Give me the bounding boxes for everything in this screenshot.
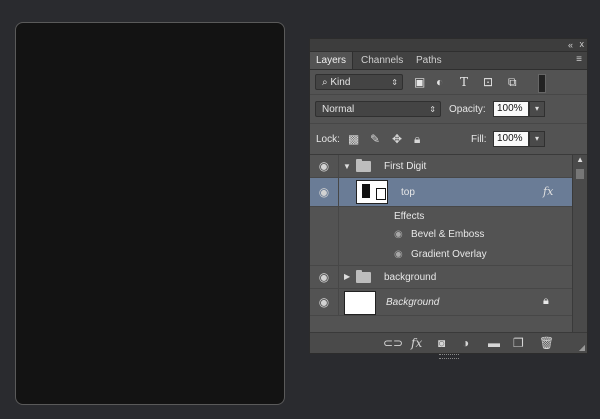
scroll-thumb[interactable] bbox=[576, 169, 584, 179]
opacity-label: Opacity: bbox=[449, 104, 486, 115]
folder-icon bbox=[356, 270, 371, 283]
link-layers-icon[interactable]: ⊂⊃ bbox=[383, 337, 403, 349]
blend-row: Normal ⇕ Opacity: 100% ▾ bbox=[310, 97, 587, 124]
fill-dropdown-button[interactable]: ▾ bbox=[529, 131, 545, 147]
scroll-up-icon[interactable]: ▲ bbox=[576, 155, 584, 164]
layers-list: ◉ ▼ First Digit ◉ top fx Effects ◉ Bevel… bbox=[310, 155, 573, 333]
new-group-icon[interactable]: ▬ bbox=[488, 337, 500, 349]
new-layer-icon[interactable]: ❐ bbox=[513, 337, 524, 349]
blend-mode-label: Normal bbox=[322, 104, 355, 115]
pixel-filter-icon[interactable]: ▣ bbox=[414, 76, 425, 88]
lock-all-icon[interactable]: 🔒︎ bbox=[414, 133, 420, 145]
fx-icon[interactable]: fx bbox=[543, 185, 553, 198]
layer-name[interactable]: top bbox=[401, 187, 415, 198]
filter-kind-label: Kind bbox=[330, 77, 351, 88]
layer-name[interactable]: background bbox=[384, 272, 436, 283]
panel-resize-handle[interactable] bbox=[439, 354, 459, 359]
adjustment-filter-icon[interactable]: ◐ bbox=[436, 76, 443, 88]
type-filter-icon[interactable]: T bbox=[460, 76, 468, 88]
visibility-eye-icon[interactable]: ◉ bbox=[316, 185, 332, 199]
blend-mode-select[interactable]: Normal ⇕ bbox=[315, 101, 441, 117]
close-icon[interactable]: x bbox=[580, 39, 585, 49]
panel-top-bar: « x bbox=[310, 39, 587, 52]
layer-row-first-digit[interactable]: ◉ ▼ First Digit bbox=[310, 155, 573, 178]
folder-icon bbox=[356, 159, 371, 172]
lock-transparency-icon[interactable]: ▩ bbox=[348, 133, 359, 145]
layer-row-background[interactable]: ◉ Background 🔒︎ bbox=[310, 289, 573, 316]
lock-position-icon[interactable]: ✥ bbox=[392, 133, 402, 145]
fill-label: Fill: bbox=[471, 134, 487, 145]
divider bbox=[338, 178, 339, 206]
divider bbox=[338, 289, 339, 315]
thumbnail-shape bbox=[362, 184, 370, 198]
layer-row-background-group[interactable]: ◉ ▶ background bbox=[310, 266, 573, 289]
filter-toggle[interactable] bbox=[538, 74, 546, 93]
resize-grip-icon[interactable]: ◢ bbox=[579, 343, 585, 352]
layer-thumbnail bbox=[344, 291, 376, 315]
effect-name[interactable]: Bevel & Emboss bbox=[411, 229, 484, 240]
lock-row: Lock: ▩ ✎ ✥ 🔒︎ Fill: 100% ▾ bbox=[310, 125, 587, 155]
effect-visibility-eye-icon[interactable]: ◉ bbox=[394, 229, 403, 240]
effect-row-bevel[interactable]: ◉ Bevel & Emboss bbox=[310, 225, 573, 244]
opacity-dropdown-button[interactable]: ▾ bbox=[529, 101, 545, 117]
effects-header-row[interactable]: Effects bbox=[310, 207, 573, 225]
divider bbox=[338, 207, 339, 225]
new-adjustment-layer-icon[interactable]: ◑ bbox=[462, 337, 469, 349]
lock-icon: 🔒︎ bbox=[543, 295, 549, 307]
filter-kind-select[interactable]: ⌕ Kind ⇕ bbox=[315, 74, 403, 90]
tab-channels[interactable]: Channels bbox=[355, 52, 409, 69]
visibility-eye-icon[interactable]: ◉ bbox=[316, 159, 332, 173]
vector-mask-icon bbox=[376, 188, 386, 200]
shape-filter-icon[interactable]: ⊡ bbox=[483, 76, 493, 88]
lock-label: Lock: bbox=[316, 134, 340, 145]
document-canvas[interactable] bbox=[15, 22, 285, 405]
effect-name[interactable]: Gradient Overlay bbox=[411, 249, 487, 260]
divider bbox=[338, 155, 339, 177]
layer-name[interactable]: Background bbox=[386, 297, 439, 308]
layer-name[interactable]: First Digit bbox=[384, 161, 426, 172]
lock-brush-icon[interactable]: ✎ bbox=[370, 133, 380, 145]
panel-tabbar: Layers Channels Paths ≡ bbox=[310, 52, 587, 70]
opacity-input[interactable]: 100% bbox=[493, 101, 529, 117]
add-mask-icon[interactable]: ◙ bbox=[438, 337, 445, 349]
effect-visibility-eye-icon[interactable]: ◉ bbox=[394, 249, 403, 260]
divider bbox=[338, 266, 339, 288]
collapse-triangle-icon[interactable]: ▶ bbox=[344, 272, 350, 281]
effects-label: Effects bbox=[394, 211, 425, 222]
select-arrows-icon: ⇕ bbox=[391, 78, 398, 87]
select-arrows-icon: ⇕ bbox=[429, 105, 436, 114]
delete-layer-icon[interactable]: 🗑︎ bbox=[539, 337, 554, 349]
divider bbox=[338, 225, 339, 244]
layer-row-top[interactable]: ◉ top fx bbox=[310, 178, 573, 207]
layers-panel: « x Layers Channels Paths ≡ ⌕ Kind ⇕ ▣ ◐… bbox=[309, 38, 588, 359]
tab-layers[interactable]: Layers bbox=[310, 52, 354, 69]
add-layer-style-icon[interactable]: fx bbox=[411, 337, 422, 349]
fill-input[interactable]: 100% bbox=[493, 131, 529, 147]
smart-object-filter-icon[interactable]: ⧉ bbox=[508, 76, 517, 88]
visibility-eye-icon[interactable]: ◉ bbox=[316, 270, 332, 284]
panel-bottom-toolbar: ⊂⊃ fx ◙ ◑ ▬ ❐ 🗑︎ ◢ bbox=[310, 332, 587, 353]
tab-paths[interactable]: Paths bbox=[410, 52, 448, 69]
filter-row: ⌕ Kind ⇕ ▣ ◐ T ⊡ ⧉ bbox=[310, 70, 587, 95]
panel-menu-icon[interactable]: ≡ bbox=[576, 54, 582, 65]
effect-row-gradient-overlay[interactable]: ◉ Gradient Overlay bbox=[310, 244, 573, 266]
expand-triangle-icon[interactable]: ▼ bbox=[343, 162, 351, 171]
divider bbox=[338, 244, 339, 265]
layer-thumbnail bbox=[356, 180, 388, 204]
layers-scrollbar[interactable] bbox=[572, 155, 587, 333]
search-icon: ⌕ bbox=[322, 77, 328, 88]
visibility-eye-icon[interactable]: ◉ bbox=[316, 295, 332, 309]
collapse-icon[interactable]: « bbox=[568, 40, 573, 50]
